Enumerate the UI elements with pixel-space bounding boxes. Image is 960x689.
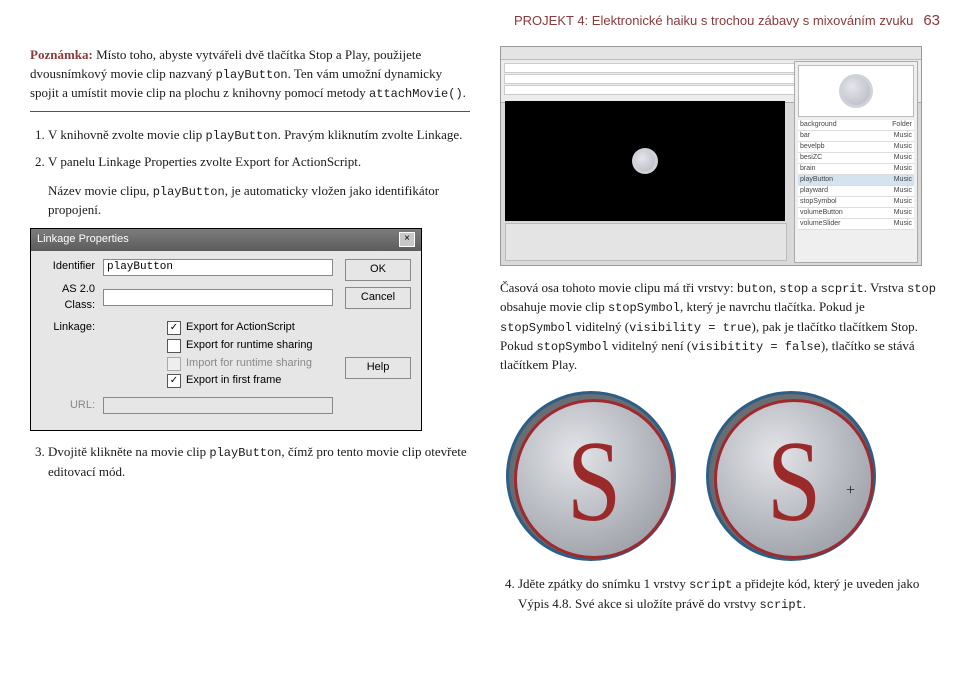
step-1-text-a: V knihovně zvolte movie clip bbox=[48, 127, 206, 142]
note-code-1: playButton bbox=[216, 68, 288, 82]
right-paragraph: Časová osa tohoto movie clipu má tři vrs… bbox=[500, 279, 940, 375]
dialog-titlebar: Linkage Properties × bbox=[31, 229, 421, 251]
flash-toolbar bbox=[501, 47, 921, 60]
chk-import-runtime: Import for runtime sharing bbox=[167, 356, 313, 372]
flash-stage: S bbox=[505, 101, 785, 221]
step-2-text: V panelu Linkage Properties zvolte Expor… bbox=[48, 154, 361, 169]
playbutton-preview-small: S bbox=[632, 148, 658, 174]
note-box: Poznámka: Místo toho, abyste vytvářeli d… bbox=[30, 46, 470, 113]
flash-screenshot: S S backgroundFolder barMusic bevelpbMus… bbox=[500, 46, 922, 266]
as2class-input[interactable] bbox=[103, 289, 333, 306]
playbutton-frame-1: S bbox=[506, 391, 676, 561]
list-item: volumeSliderMusic bbox=[798, 219, 914, 230]
playbutton-frames: S S + bbox=[506, 391, 940, 561]
step-3-code: playButton bbox=[209, 446, 281, 460]
url-label: URL: bbox=[39, 398, 95, 414]
step-1-code: playButton bbox=[206, 129, 278, 143]
step-2-indent: Název movie clipu, playButton, je automa… bbox=[48, 182, 470, 220]
list-item: playwardMusic bbox=[798, 186, 914, 197]
chk1-label: Export for ActionScript bbox=[186, 320, 295, 336]
as2class-label: AS 2.0 Class: bbox=[39, 282, 95, 314]
chk2-label: Export for runtime sharing bbox=[186, 338, 313, 354]
header-title: PROJEKT 4: Elektronické haiku s trochou … bbox=[514, 12, 913, 31]
step-4: Jděte zpátky do snímku 1 vrstvy script a… bbox=[518, 575, 940, 614]
flash-properties-panel bbox=[505, 223, 787, 261]
registration-cross-icon: + bbox=[846, 479, 855, 502]
identifier-label: Identifier bbox=[39, 259, 95, 275]
cancel-button[interactable]: Cancel bbox=[345, 287, 411, 309]
playbutton-frame-2: S + bbox=[706, 391, 876, 561]
chk-export-first-frame[interactable]: ✓Export in first frame bbox=[167, 373, 313, 389]
step-2: V panelu Linkage Properties zvolte Expor… bbox=[48, 153, 470, 172]
ok-button[interactable]: OK bbox=[345, 259, 411, 281]
list-item: volumeButtonMusic bbox=[798, 208, 914, 219]
chk3-label: Import for runtime sharing bbox=[186, 356, 312, 372]
library-list: backgroundFolder barMusic bevelpbMusic b… bbox=[798, 120, 914, 230]
page-number: 63 bbox=[923, 10, 940, 32]
chk-export-actionscript[interactable]: ✓Export for ActionScript bbox=[167, 320, 313, 336]
indent-code: playButton bbox=[153, 185, 225, 199]
running-header: PROJEKT 4: Elektronické haiku s trochou … bbox=[30, 10, 940, 32]
indent-a: Název movie clipu, bbox=[48, 183, 153, 198]
help-button[interactable]: Help bbox=[345, 357, 411, 379]
steps-list-left: V knihovně zvolte movie clip playButton.… bbox=[30, 126, 470, 171]
close-icon[interactable]: × bbox=[399, 232, 415, 247]
list-item: bevelpbMusic bbox=[798, 142, 914, 153]
list-item: besiZCMusic bbox=[798, 153, 914, 164]
dialog-title: Linkage Properties bbox=[37, 232, 129, 248]
step-1: V knihovně zvolte movie clip playButton.… bbox=[48, 126, 470, 145]
url-input bbox=[103, 397, 333, 414]
list-item: playButtonMusic bbox=[798, 175, 914, 186]
list-item: brainMusic bbox=[798, 164, 914, 175]
list-item: stopSymbolMusic bbox=[798, 197, 914, 208]
left-column: Poznámka: Místo toho, abyste vytvářeli d… bbox=[30, 46, 470, 624]
chk4-label: Export in first frame bbox=[186, 373, 281, 389]
note-text-3: . bbox=[463, 85, 466, 100]
linkage-properties-dialog: Linkage Properties × OK Cancel Help Iden… bbox=[30, 228, 422, 432]
step-1-text-b: . Pravým kliknutím zvolte Linkage. bbox=[278, 127, 463, 142]
right-column: S S backgroundFolder barMusic bevelpbMus… bbox=[500, 46, 940, 624]
flash-library-panel: S backgroundFolder barMusic bevelpbMusic… bbox=[794, 61, 918, 263]
note-label: Poznámka: bbox=[30, 47, 93, 62]
library-preview: S bbox=[798, 65, 914, 117]
chk-export-runtime[interactable]: Export for runtime sharing bbox=[167, 338, 313, 354]
list-item: barMusic bbox=[798, 131, 914, 142]
steps-list-right: Jděte zpátky do snímku 1 vrstvy script a… bbox=[500, 575, 940, 614]
linkage-label: Linkage: bbox=[39, 320, 95, 336]
steps-list-left-2: Dvojitě klikněte na movie clip playButto… bbox=[30, 443, 470, 481]
step-3: Dvojitě klikněte na movie clip playButto… bbox=[48, 443, 470, 481]
note-code-2: attachMovie() bbox=[369, 87, 463, 101]
library-preview-symbol: S bbox=[839, 74, 873, 108]
list-item: backgroundFolder bbox=[798, 120, 914, 131]
step-3-a: Dvojitě klikněte na movie clip bbox=[48, 444, 209, 459]
identifier-input[interactable] bbox=[103, 259, 333, 276]
